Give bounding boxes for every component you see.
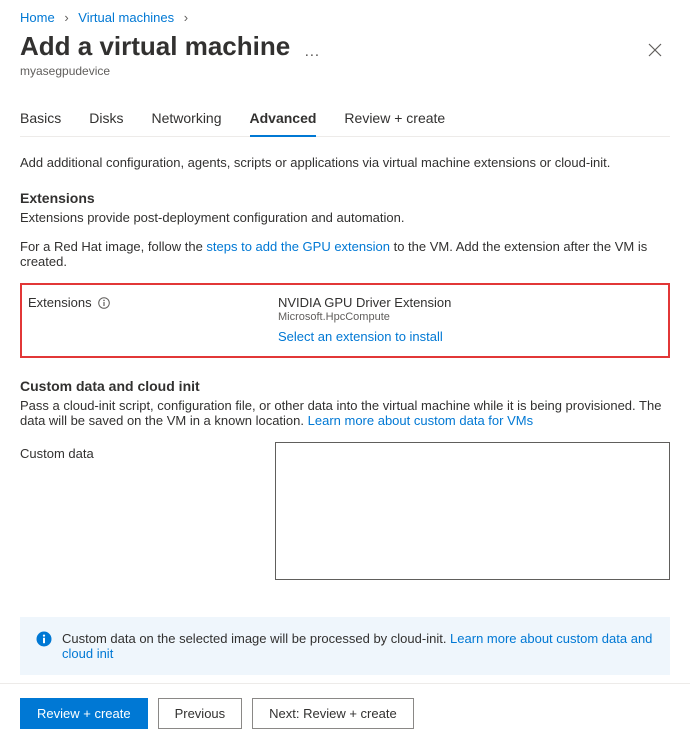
- intro-text: Add additional configuration, agents, sc…: [20, 155, 670, 170]
- breadcrumb-home[interactable]: Home: [20, 10, 55, 25]
- tab-disks[interactable]: Disks: [89, 102, 123, 136]
- tab-advanced[interactable]: Advanced: [250, 102, 317, 136]
- customdata-learn-more-link[interactable]: Learn more about custom data for VMs: [308, 413, 533, 428]
- chevron-right-icon: [64, 10, 68, 25]
- close-icon: [648, 43, 662, 57]
- customdata-heading: Custom data and cloud init: [20, 378, 670, 394]
- extension-publisher: Microsoft.HpcCompute: [278, 311, 662, 323]
- wizard-footer: Review + create Previous Next: Review + …: [0, 683, 690, 743]
- tab-networking[interactable]: Networking: [151, 102, 221, 136]
- page-title: Add a virtual machine: [20, 31, 290, 62]
- select-extension-link[interactable]: Select an extension to install: [278, 329, 443, 344]
- redhat-note: For a Red Hat image, follow the steps to…: [20, 239, 670, 269]
- redhat-note-pre: For a Red Hat image, follow the: [20, 239, 206, 254]
- info-icon[interactable]: [98, 297, 110, 309]
- gpu-extension-steps-link[interactable]: steps to add the GPU extension: [206, 239, 390, 254]
- review-create-button[interactable]: Review + create: [20, 698, 148, 729]
- extension-name: NVIDIA GPU Driver Extension: [278, 295, 662, 310]
- extensions-highlight: Extensions NVIDIA GPU Driver Extension M…: [20, 283, 670, 358]
- close-button[interactable]: [640, 37, 670, 66]
- customdata-textarea[interactable]: [275, 442, 670, 580]
- tab-review-create[interactable]: Review + create: [344, 102, 445, 136]
- customdata-field-label: Custom data: [20, 442, 275, 583]
- customdata-description: Pass a cloud-init script, configuration …: [20, 398, 670, 428]
- more-actions-icon[interactable]: …: [304, 43, 322, 61]
- tab-basics[interactable]: Basics: [20, 102, 61, 136]
- previous-button[interactable]: Previous: [158, 698, 243, 729]
- breadcrumb: Home Virtual machines: [0, 0, 690, 29]
- tabs: Basics Disks Networking Advanced Review …: [20, 102, 670, 137]
- resource-name: myasegpudevice: [20, 64, 640, 78]
- extensions-heading: Extensions: [20, 190, 670, 206]
- extensions-field-label: Extensions: [28, 295, 92, 310]
- breadcrumb-virtual-machines[interactable]: Virtual machines: [78, 10, 174, 25]
- infobox-text: Custom data on the selected image will b…: [62, 631, 450, 646]
- next-button[interactable]: Next: Review + create: [252, 698, 414, 729]
- chevron-right-icon: [184, 10, 188, 25]
- tab-content: Add additional configuration, agents, sc…: [0, 137, 690, 683]
- cloud-init-infobox: Custom data on the selected image will b…: [20, 617, 670, 675]
- info-icon: [36, 631, 52, 650]
- extensions-description: Extensions provide post-deployment confi…: [20, 210, 670, 225]
